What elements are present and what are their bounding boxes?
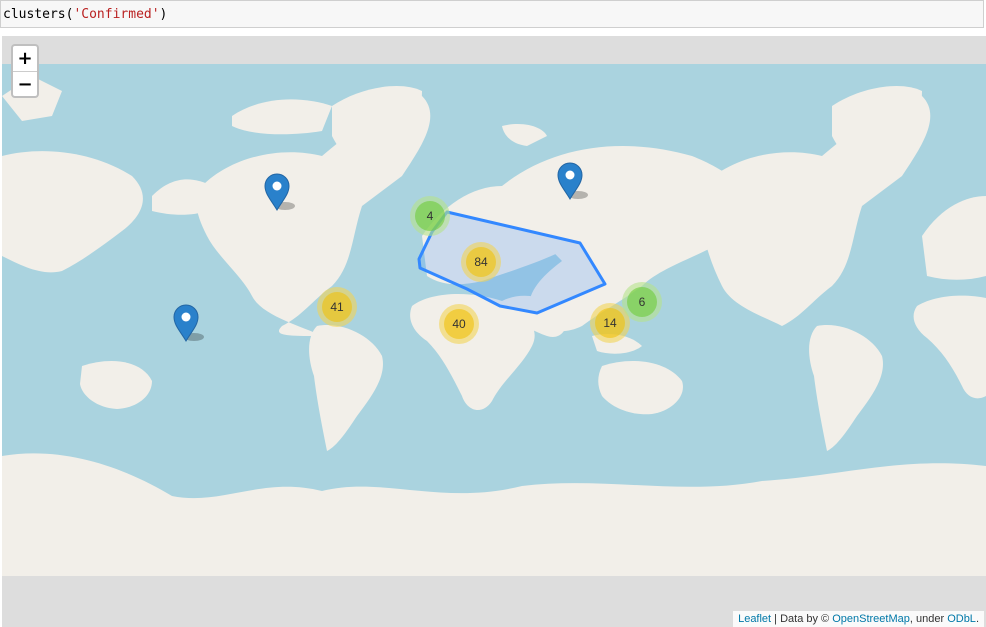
cluster-marker[interactable]: 6 [622, 282, 662, 322]
cluster-marker[interactable]: 4 [410, 196, 450, 236]
odbl-link[interactable]: ODbL [947, 613, 976, 625]
cluster-count: 84 [474, 255, 488, 269]
code-function: clusters( [3, 7, 74, 22]
leaflet-link[interactable]: Leaflet [738, 613, 771, 625]
zoom-out-button[interactable]: − [13, 72, 37, 96]
cluster-count: 40 [452, 317, 466, 331]
cluster-count: 41 [330, 300, 344, 314]
attribution-end: . [975, 613, 979, 625]
cluster-count: 6 [639, 295, 646, 309]
cluster-marker[interactable]: 84 [461, 242, 501, 282]
cluster-count: 14 [603, 316, 617, 330]
openstreetmap-link[interactable]: OpenStreetMap [832, 613, 910, 625]
attribution-text: | Data by © [771, 613, 833, 625]
attribution-text: , under [909, 613, 948, 625]
code-close-paren: ) [159, 7, 168, 22]
code-string-arg: 'Confirmed' [73, 7, 160, 22]
map-canvas[interactable]: 4 84 41 40 14 6 [2, 36, 986, 627]
code-cell[interactable]: clusters('Confirmed') [0, 0, 984, 28]
cluster-count: 4 [427, 209, 434, 223]
code-line: clusters('Confirmed') [3, 7, 167, 22]
cluster-marker[interactable]: 41 [317, 287, 357, 327]
zoom-control: + − [11, 44, 39, 98]
leaflet-map[interactable]: 4 84 41 40 14 6 + − Leaflet | Data by © … [2, 36, 986, 627]
zoom-in-button[interactable]: + [13, 46, 37, 72]
map-attribution: Leaflet | Data by © OpenStreetMap, under… [733, 611, 984, 627]
cluster-marker[interactable]: 40 [439, 304, 479, 344]
